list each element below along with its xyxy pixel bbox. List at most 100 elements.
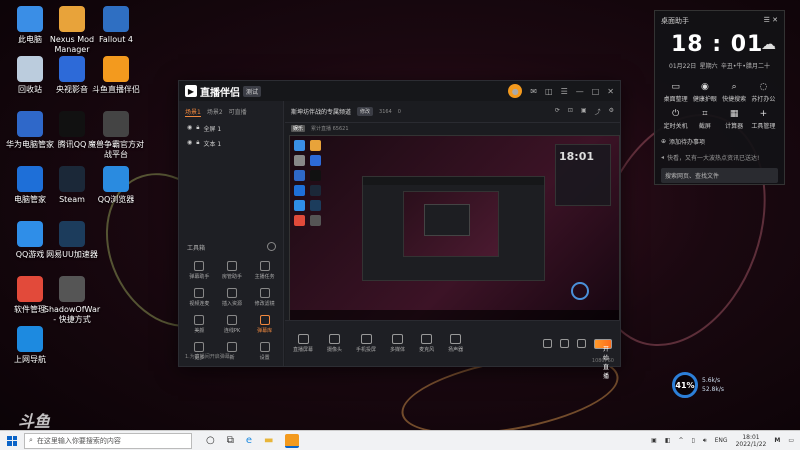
widget-shortcut[interactable]: ◉ 健康护眼 <box>690 82 719 103</box>
tab-live[interactable]: 可直播 <box>229 107 247 117</box>
desktop-icon[interactable]: Fallout 4 <box>86 6 146 45</box>
huawei-tray-icon[interactable]: M <box>774 437 780 444</box>
cortana-icon[interactable]: ○ <box>206 435 215 446</box>
refresh-icon[interactable]: ⟳ <box>555 107 560 116</box>
upload-speed: 5.6k/s <box>702 377 721 384</box>
tool-item[interactable]: 房管助手 <box>216 261 249 280</box>
share-icon[interactable]: ⤴ <box>595 107 601 116</box>
left-footer-tip[interactable]: 1.为直播间开启弹幕 <box>185 353 230 360</box>
file-explorer-icon[interactable]: ▬ <box>264 435 273 446</box>
settings-icon[interactable]: ⚙ <box>609 107 614 116</box>
scene-item[interactable]: ◉ 🔒︎ 全屏 1 <box>179 121 283 136</box>
network-speed-widget[interactable]: 41% 5.6k/s 52.8k/s <box>672 370 742 400</box>
desktop-icon[interactable]: ShadowOfWar - 快捷方式 <box>42 276 102 325</box>
source-control-icon <box>360 334 372 344</box>
start-live-button[interactable]: 开始直播 <box>594 338 612 380</box>
desktop-icon[interactable]: 斗鱼直播伴侣 <box>86 56 146 95</box>
tool-item[interactable]: 视频连麦 <box>183 288 216 307</box>
widget-shortcut[interactable]: + 工具管理 <box>749 109 778 130</box>
source-control[interactable]: 手机投屏 <box>356 334 376 353</box>
close-icon[interactable]: ✕ <box>607 87 614 96</box>
tool-label: 美颜 <box>194 328 205 334</box>
tool-item[interactable]: 主播任务 <box>248 261 281 280</box>
news-tip-row[interactable]: ◂ 快看，又有一大波热点资讯已送达! <box>661 153 778 162</box>
eye-icon[interactable] <box>560 339 569 348</box>
source-control[interactable]: 直播屏幕 <box>293 334 313 353</box>
message-icon[interactable]: ✉ <box>530 87 537 96</box>
widget-shortcut[interactable]: ▦ 计算器 <box>720 109 749 130</box>
camera-icon[interactable] <box>543 339 552 348</box>
weather-cloud-icon[interactable]: ☁ <box>761 35 776 53</box>
menu-icon[interactable]: ☰ <box>561 87 568 96</box>
source-control[interactable]: 多媒体 <box>390 334 405 353</box>
tool-label: 设置 <box>259 355 270 361</box>
widget-shortcut-label: 桌面整理 <box>663 96 688 103</box>
search-icon: ⌕ <box>731 82 737 92</box>
stream-quality: 1080P60 <box>591 358 614 364</box>
widget-shortcut[interactable]: ⌕ 快捷搜索 <box>720 82 749 103</box>
desktop-icon[interactable]: 网易UU加速器 <box>42 221 102 260</box>
volume-icon[interactable]: 🔊︎ <box>703 437 707 445</box>
calculator-icon: ▦ <box>729 109 739 119</box>
language-indicator[interactable]: ENG <box>715 437 728 444</box>
eye-icon[interactable]: ◉ <box>187 139 192 148</box>
minimize-icon[interactable]: — <box>576 87 584 96</box>
huawei-icon <box>17 111 43 137</box>
lock-icon[interactable]: 🔒︎ <box>196 124 199 133</box>
notification-icon[interactable]: ▭ <box>788 437 794 444</box>
download-speed: 52.8k/s <box>702 386 724 393</box>
add-todo-row[interactable]: ⊕ 添加待办事项 <box>661 137 778 146</box>
widget-shortcut[interactable]: ⏻ 定时关机 <box>661 109 690 130</box>
tool-label: 弹幕助手 <box>189 274 210 280</box>
douyu-stream-app-window[interactable]: ▶ 直播伴侣 测试 ● ✉ ◫ ☰ — □ ✕ 场景1 场景2 可直播 ◉ 🔒︎ 全… <box>178 80 621 380</box>
widget-shortcut[interactable]: ⌗ 截屏 <box>690 109 719 130</box>
widget-shortcut[interactable]: ▭ 桌面整理 <box>661 82 690 103</box>
tab-scene-1[interactable]: 场景1 <box>185 107 201 117</box>
stream-main-area: 斯坤坊伴战的专属频道 修改 3164 0 ⟳ ⊡ ▣ ⤴ ⚙ 娱乐 累计直播 6… <box>285 101 620 380</box>
taskbar-clock[interactable]: 18:01 2022/1/22 <box>736 434 767 448</box>
desktop-icon[interactable]: 魔兽争霸官方对战平台 <box>86 111 146 160</box>
desktop-icon[interactable]: 上网导航 <box>0 326 60 365</box>
tool-item[interactable]: 插入资源 <box>216 288 249 307</box>
tool-item[interactable]: 设置 <box>248 342 281 361</box>
eye-icon[interactable]: ◉ <box>187 124 192 133</box>
tray-app-icon[interactable]: ▣ <box>651 437 657 444</box>
task-view-icon[interactable]: ⧉ <box>227 435 234 446</box>
widget-search-input[interactable]: 搜索网页、查找文件 <box>661 168 778 183</box>
taskbar-search-input[interactable]: ⌕ 在这里输入你要搜索的内容 <box>24 432 192 449</box>
tray-app-icon[interactable]: ◧ <box>665 437 671 444</box>
source-control[interactable]: 麦克风 <box>419 334 434 353</box>
lock-icon[interactable]: 🔒︎ <box>196 139 199 148</box>
widget-shortcut[interactable]: ◌ 苏打办公 <box>749 82 778 103</box>
source-control[interactable]: 摄像头 <box>327 334 342 353</box>
tray-expand-icon[interactable]: ^ <box>679 437 684 444</box>
stream-preview[interactable]: 18:01 <box>289 135 620 321</box>
desktop-icon[interactable]: QQ浏览器 <box>86 166 146 205</box>
network-speeds: 5.6k/s 52.8k/s <box>702 376 724 394</box>
skin-icon[interactable]: ◫ <box>545 87 553 96</box>
source-control[interactable]: 扬声器 <box>448 334 463 353</box>
power-icon: ⏻ <box>672 109 680 119</box>
layout-icon[interactable]: ▣ <box>581 107 587 116</box>
user-avatar[interactable]: ● <box>508 84 523 98</box>
tool-item[interactable]: 美颜 <box>183 315 216 334</box>
maximize-icon[interactable]: □ <box>592 87 600 96</box>
tab-scene-2[interactable]: 场景2 <box>207 107 223 117</box>
edge-icon[interactable]: e <box>246 435 252 446</box>
start-button[interactable] <box>0 435 24 446</box>
edit-room-button[interactable]: 修改 <box>357 107 374 116</box>
category-tag[interactable]: 娱乐 <box>291 124 306 132</box>
lock-icon[interactable]: ⊡ <box>568 107 573 116</box>
tool-item[interactable]: 修改滤镜 <box>248 288 281 307</box>
app-titlebar[interactable]: ▶ 直播伴侣 测试 ● ✉ ◫ ☰ — □ ✕ <box>179 81 620 101</box>
widget-menu-icon[interactable]: ☰ ✕ <box>764 16 778 26</box>
tool-item[interactable]: 弹幕库 <box>248 315 281 334</box>
tool-item[interactable]: 弹幕助手 <box>183 261 216 280</box>
douyu-taskbar-icon[interactable] <box>285 433 300 448</box>
toolbox-settings-icon[interactable] <box>267 242 276 251</box>
tool-item[interactable]: 连线PK <box>216 315 249 334</box>
gear-icon[interactable] <box>577 339 586 348</box>
scene-item[interactable]: ◉ 🔒︎ 文本 1 <box>179 136 283 151</box>
network-icon[interactable]: ▯ <box>692 437 695 444</box>
taskbar: ⌕ 在这里输入你要搜索的内容 ○ ⧉ e ▬ ▣ ◧ ^ ▯ 🔊︎ ENG 18… <box>0 430 800 450</box>
